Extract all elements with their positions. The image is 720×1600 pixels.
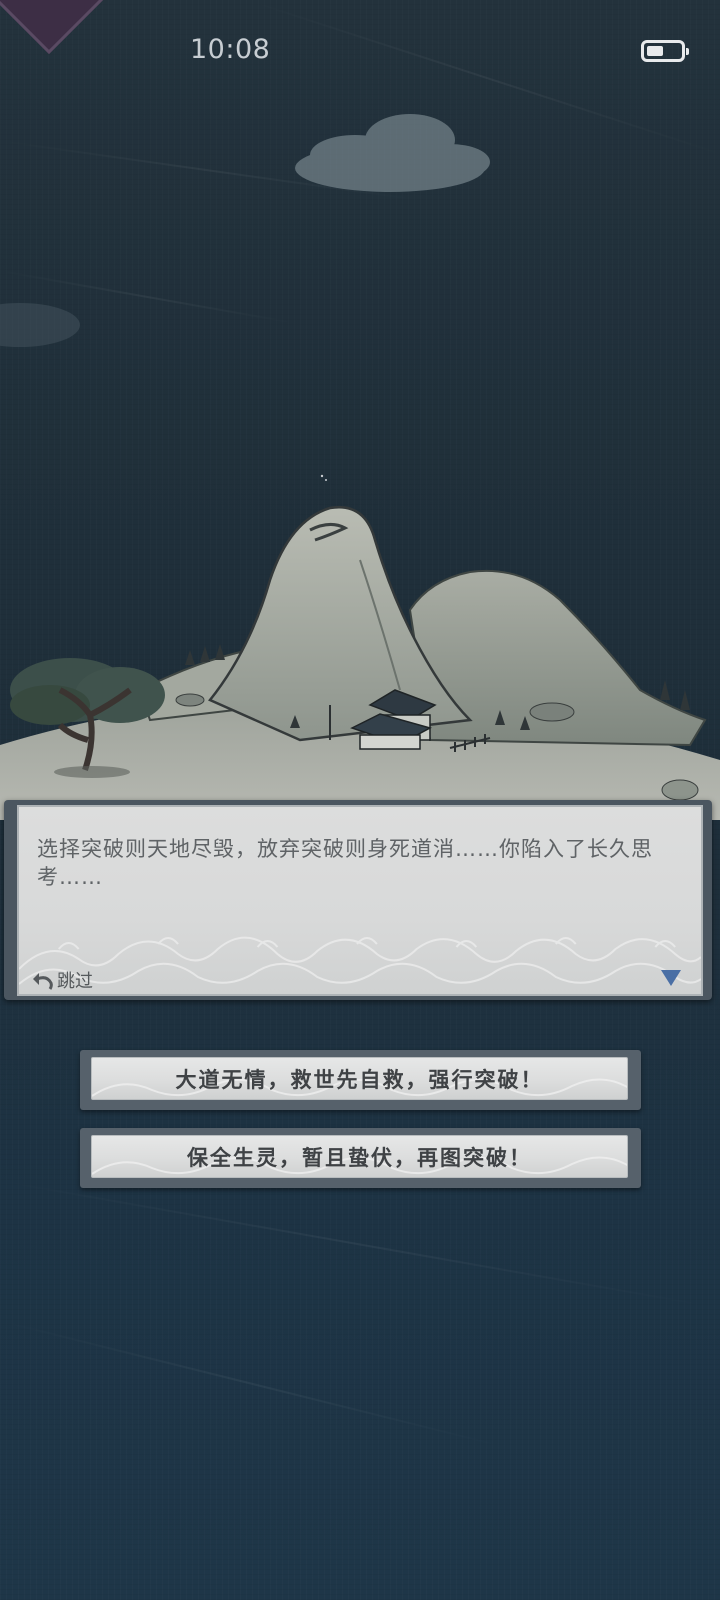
rock: [175, 693, 205, 707]
rock: [529, 702, 575, 722]
choice-face: 保全生灵，暂且蛰伏，再图突破！: [91, 1135, 628, 1178]
dialog-panel[interactable]: 选择突破则天地尽毁，放弃突破则身死道消……你陷入了长久思考…… 跳过: [4, 800, 712, 1000]
dialog-text: 选择突破则天地尽毁，放弃突破则身死道消……你陷入了长久思考……: [37, 837, 653, 889]
undo-arrow-icon: [33, 973, 53, 990]
cloud: [0, 303, 80, 347]
choice-label: 大道无情，救世先自救，强行突破！: [175, 1067, 544, 1092]
wind-streak: [0, 1320, 505, 1448]
birds: [320, 474, 327, 481]
down-triangle-icon[interactable]: [661, 970, 681, 986]
choice-button-force-breakthrough[interactable]: 大道无情，救世先自救，强行突破！: [80, 1050, 641, 1110]
choice-button-preserve-life[interactable]: 保全生灵，暂且蛰伏，再图突破！: [80, 1128, 641, 1188]
rock: [661, 779, 699, 801]
choice-label: 保全生灵，暂且蛰伏，再图突破！: [187, 1145, 532, 1170]
wind-streak: [0, 1180, 710, 1308]
mountain-scene-illustration: [0, 114, 720, 820]
choice-face: 大道无情，救世先自救，强行突破！: [91, 1057, 628, 1100]
skip-label: 跳过: [57, 971, 93, 992]
cloud: [295, 114, 490, 192]
wave-pattern: [19, 936, 701, 985]
skip-button[interactable]: 跳过: [31, 967, 93, 993]
dialog-inner: 选择突破则天地尽毁，放弃突破则身死道消……你陷入了长久思考…… 跳过: [17, 805, 703, 996]
